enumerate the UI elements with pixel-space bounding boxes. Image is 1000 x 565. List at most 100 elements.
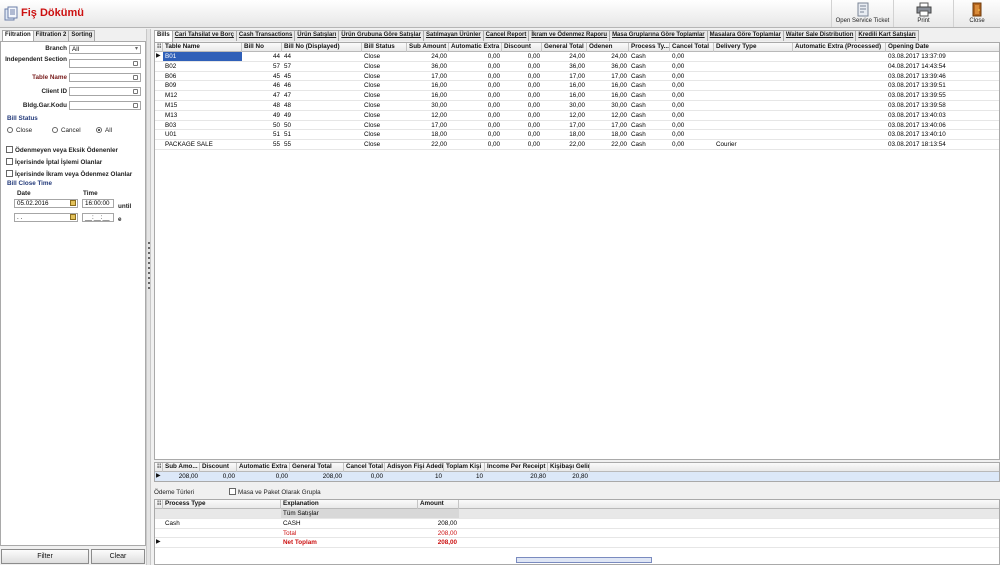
- date-label: Date: [17, 190, 31, 197]
- sum-col-sub-amount[interactable]: Sub Amo...: [163, 463, 200, 472]
- to-date-field[interactable]: . .: [14, 213, 78, 222]
- col-bill-status[interactable]: Bill Status: [362, 43, 407, 52]
- table-row[interactable]: PACKAGE SALE 55 55 Close 22,00 0,00 0,00 22,00 2…: [155, 140, 999, 150]
- pay-col-amount[interactable]: Amount: [418, 500, 459, 509]
- calendar-icon[interactable]: [70, 214, 76, 220]
- table-cell: B01: [163, 52, 242, 61]
- sum-col-income-per-receipt[interactable]: Income Per Receipt: [485, 463, 548, 472]
- calendar-icon[interactable]: [70, 200, 76, 206]
- group-table-package-checkbox[interactable]: Masa ve Paket Olarak Grupla: [229, 488, 321, 496]
- radio-all[interactable]: All: [96, 127, 112, 134]
- bottom-splitter[interactable]: [516, 557, 652, 563]
- tab-cari-tahsilat[interactable]: Cari Tahsilat ve Borç: [171, 30, 237, 41]
- sum-col-discount[interactable]: Discount: [200, 463, 237, 472]
- table-row[interactable]: ▶ B01 44 44 Close 24,00 0,00 0,00 24,00 24,00 Cash…: [155, 52, 999, 62]
- payment-rows: Tüm Satışlar Cash CASH 208,00 Total 208,…: [155, 509, 999, 549]
- col-discount[interactable]: Discount: [502, 43, 542, 52]
- table-cell: Close: [364, 131, 381, 139]
- col-delivery-type[interactable]: Delivery Type: [714, 43, 793, 52]
- treat-checkbox[interactable]: İçerisinde İkram veya Ödenmez Olanlar: [6, 170, 132, 178]
- sum-col-adisyon[interactable]: Adisyon Fişi Adedi: [385, 463, 444, 472]
- tab-waiter-sale[interactable]: Waiter Sale Distribution: [782, 30, 857, 41]
- tab-ikram[interactable]: İkram ve Ödenmez Raporu: [528, 30, 611, 41]
- col-bill-no[interactable]: Bill No: [242, 43, 282, 52]
- col-odenen[interactable]: Ödenen: [587, 43, 629, 52]
- tab-masa-gruplari[interactable]: Masa Gruplarına Göre Toplamlar: [609, 30, 708, 41]
- col-sub-amount[interactable]: Sub Amount: [407, 43, 449, 52]
- tab-urun-grubu[interactable]: Ürün Grubuna Göre Satışlar: [338, 30, 424, 41]
- col-automatic-extra-processed[interactable]: Automatic Extra (Processed): [793, 43, 886, 52]
- tab-cancel-report[interactable]: Cancel Report: [482, 30, 530, 41]
- print-button[interactable]: Print: [893, 0, 953, 27]
- row-indicator-icon: ▶: [156, 539, 161, 546]
- table-cell: 30,00: [611, 101, 627, 109]
- sum-col-general-total[interactable]: General Total: [290, 463, 344, 472]
- sum-col-kisibasi[interactable]: Kişibaşı Gelir: [548, 463, 590, 472]
- table-cell: 17,00: [569, 72, 585, 80]
- table-cell: 03.08.2017 13:40:10: [888, 131, 946, 139]
- col-cancel-total[interactable]: Cancel Total: [670, 43, 714, 52]
- col-automatic-extra[interactable]: Automatic Extra: [449, 43, 502, 52]
- table-row[interactable]: Total 208,00: [155, 529, 999, 539]
- table-cell: 22,00: [569, 141, 585, 149]
- table-name-field[interactable]: [69, 73, 141, 82]
- filter-button[interactable]: Filter: [1, 549, 89, 564]
- open-service-ticket-button[interactable]: Open Service Ticket: [831, 0, 893, 27]
- col-opening-date[interactable]: Opening Date: [886, 43, 999, 52]
- table-row[interactable]: B02 57 57 Close 36,00 0,00 0,00 36,00 36,00 Cash 0…: [155, 62, 999, 72]
- table-row[interactable]: Cash CASH 208,00: [155, 519, 999, 529]
- tab-sorting[interactable]: Sorting: [68, 30, 96, 41]
- table-row[interactable]: M13 49 49 Close 12,00 0,00 0,00 12,00 12,00 Cash 0…: [155, 111, 999, 121]
- table-row[interactable]: B09 46 46 Close 16,00 0,00 0,00 16,00 16,00 Cash 0…: [155, 81, 999, 92]
- sum-col-cancel-total[interactable]: Cancel Total: [344, 463, 385, 472]
- from-date-field[interactable]: 05.02.2016: [14, 199, 78, 208]
- from-time-field[interactable]: 16:00:00: [82, 199, 114, 208]
- tab-kredili-kart[interactable]: Kredili Kart Satışları: [855, 30, 919, 41]
- clear-button[interactable]: Clear: [91, 549, 145, 564]
- tab-masalara-gore[interactable]: Masalara Göre Toplamlar: [706, 30, 784, 41]
- unpaid-checkbox[interactable]: Ödenmeyen veya Eksik Ödenenler: [6, 146, 118, 154]
- tab-urun-satislari[interactable]: Ürün Satışları: [294, 30, 340, 41]
- table-name-label: Table Name: [32, 74, 67, 81]
- bldg-gar-kodu-field[interactable]: [69, 101, 141, 110]
- table-row[interactable]: B06 45 45 Close 17,00 0,00 0,00 17,00 17,00 Cash 0…: [155, 72, 999, 82]
- bill-close-time-title: Bill Close Time: [7, 180, 53, 187]
- tab-satilmayan[interactable]: Satılmayan Ürünler: [422, 30, 484, 41]
- independent-section-field[interactable]: [69, 59, 141, 68]
- to-suffix: e: [118, 216, 122, 223]
- table-row[interactable]: ▶ Net Toplam 208,00: [155, 538, 999, 549]
- table-cell: 51: [272, 131, 280, 139]
- table-row[interactable]: M15 48 48 Close 30,00 0,00 0,00 30,00 30,00 Cash 0…: [155, 101, 999, 111]
- client-id-label: Client ID: [41, 88, 67, 95]
- column-chooser-icon[interactable]: ⁞⁞: [155, 463, 163, 472]
- pay-col-process-type[interactable]: Process Type: [163, 500, 281, 509]
- tab-filtration-2[interactable]: Filtration 2: [32, 30, 70, 41]
- cancel-ops-checkbox[interactable]: İçerisinde İptal İşlemi Olanlar: [6, 158, 102, 166]
- tab-cash-transactions[interactable]: Cash Transactions: [235, 30, 296, 41]
- column-chooser-icon[interactable]: ⁞⁞: [155, 43, 163, 52]
- tab-bills[interactable]: Bills: [154, 30, 173, 42]
- col-bill-no-displayed[interactable]: Bill No (Displayed): [282, 43, 362, 52]
- sum-col-toplam-kisi[interactable]: Toplam Kişi: [444, 463, 485, 472]
- table-row[interactable]: B03 50 50 Close 17,00 0,00 0,00 17,00 17,00 Cash 0…: [155, 121, 999, 131]
- col-table-name[interactable]: Table Name: [163, 43, 242, 52]
- table-cell: 48: [284, 101, 292, 109]
- table-row[interactable]: U01 51 51 Close 18,00 0,00 0,00 18,00 18,00 Cash 0…: [155, 130, 999, 141]
- radio-close[interactable]: Close: [7, 127, 32, 134]
- close-button[interactable]: Close: [953, 0, 1000, 27]
- table-cell: 16,00: [569, 82, 585, 90]
- table-row[interactable]: M12 47 47 Close 16,00 0,00 0,00 16,00 16,00 Cash 0…: [155, 91, 999, 101]
- pay-col-explanation[interactable]: Explanation: [281, 500, 418, 509]
- col-process-type[interactable]: Process Ty...: [629, 43, 670, 52]
- table-cell: 0,00: [672, 111, 685, 119]
- table-cell: 0,00: [527, 101, 540, 109]
- table-cell: 03.08.2017 13:40:06: [888, 121, 946, 129]
- sum-col-automatic-extra[interactable]: Automatic Extra: [237, 463, 290, 472]
- to-time-field[interactable]: __:__:__: [82, 213, 114, 222]
- table-cell: Close: [364, 62, 381, 70]
- radio-cancel[interactable]: Cancel: [52, 127, 81, 134]
- column-chooser-icon[interactable]: ⁞⁞: [155, 500, 163, 509]
- client-id-field[interactable]: [69, 87, 141, 96]
- col-general-total[interactable]: General Total: [542, 43, 587, 52]
- branch-select[interactable]: All ▾: [69, 45, 141, 54]
